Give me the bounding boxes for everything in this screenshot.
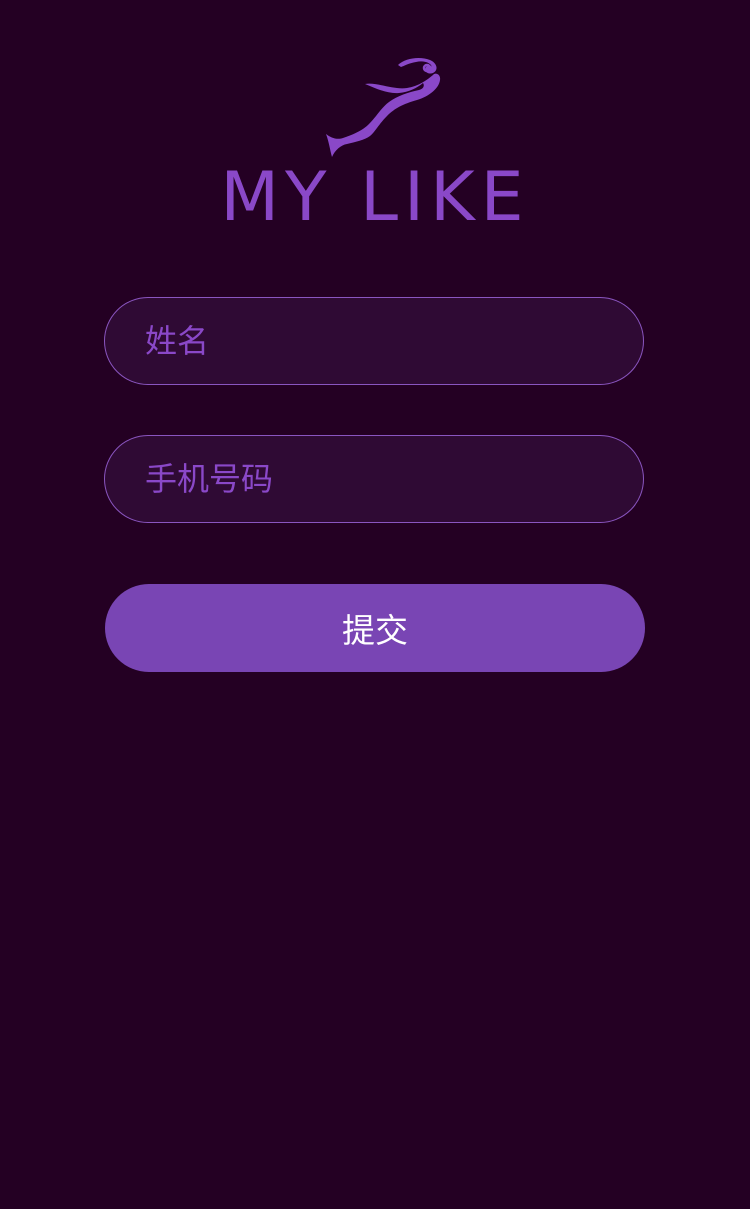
logo-mark xyxy=(315,50,450,165)
brand-title: MY LIKE xyxy=(220,158,530,237)
name-input[interactable] xyxy=(104,297,644,385)
submit-button[interactable]: 提交 xyxy=(105,584,645,672)
phone-input[interactable] xyxy=(104,435,644,523)
mermaid-logo-icon xyxy=(326,57,441,157)
